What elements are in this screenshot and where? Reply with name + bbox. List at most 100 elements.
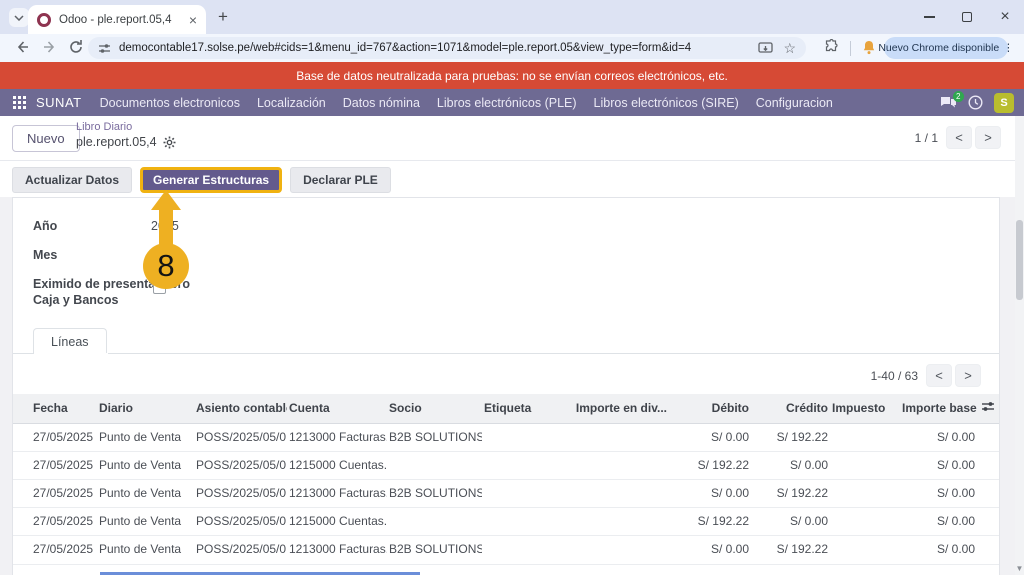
cell-socio[interactable] — [387, 507, 482, 535]
cell-credito[interactable]: S/ 192.22 — [751, 535, 830, 563]
vertical-scrollbar[interactable]: ▼ — [1015, 116, 1024, 575]
cell-debito[interactable]: S/ 192.22 — [669, 507, 751, 535]
apps-grid-icon[interactable] — [13, 96, 26, 109]
cell-diario[interactable]: Punto de Venta — [97, 479, 194, 507]
minimize-button[interactable] — [910, 0, 948, 34]
activity-clock-icon[interactable] — [968, 95, 983, 110]
cell-socio[interactable]: B2B SOLUTIONS ... — [387, 535, 482, 563]
cell-asiento[interactable]: POSS/2025/05/0... — [194, 507, 287, 535]
cell-diario[interactable]: Punto de Venta — [97, 535, 194, 563]
cell-asiento[interactable]: POSS/2025/05/0... — [194, 535, 287, 563]
chat-button[interactable]: 2 — [940, 96, 957, 110]
cell-etiqueta[interactable] — [482, 535, 570, 563]
reload-icon[interactable] — [68, 39, 84, 55]
cell-cuenta[interactable]: 1213000 Facturas... — [287, 423, 387, 451]
cell-fecha[interactable]: 27/05/2025 — [13, 423, 97, 451]
breadcrumb-parent[interactable]: Libro Diario — [76, 121, 176, 133]
menu-configuracion[interactable]: Configuracion — [756, 96, 833, 110]
cell-credito[interactable]: S/ 192.22 — [751, 479, 830, 507]
cell-diario[interactable]: Punto de Venta — [97, 507, 194, 535]
cell-credito[interactable]: S/ 192.22 — [751, 423, 830, 451]
cell-importe-base[interactable]: S/ 0.00 — [900, 507, 977, 535]
lines-next-button[interactable]: > — [955, 364, 981, 387]
forward-icon[interactable] — [42, 39, 58, 55]
cell-importe-base[interactable]: S/ 0.00 — [900, 535, 977, 563]
cell-impuesto[interactable] — [830, 451, 900, 479]
cell-importe-base[interactable]: S/ 0.00 — [900, 479, 977, 507]
cell-importe-div[interactable] — [570, 423, 669, 451]
cell-cuenta[interactable]: 1215000 Cuentas... — [287, 507, 387, 535]
col-importe-div[interactable]: Importe en div... — [570, 394, 669, 423]
table-row[interactable]: 27/05/2025 Punto de Venta POSS/2025/05/0… — [13, 479, 999, 507]
pager-previous-button[interactable]: < — [946, 126, 972, 149]
cell-importe-div[interactable] — [570, 451, 669, 479]
app-brand[interactable]: SUNAT — [36, 95, 82, 110]
more-menu-icon[interactable]: ⋮ — [1003, 42, 1014, 54]
col-fecha[interactable]: Fecha — [13, 394, 97, 423]
menu-documentos-electronicos[interactable]: Documentos electronicos — [100, 96, 240, 110]
col-diario[interactable]: Diario — [97, 394, 194, 423]
cell-cuenta[interactable]: 1215000 Cuentas... — [287, 451, 387, 479]
close-button[interactable]: × — [986, 0, 1024, 34]
cell-cuenta[interactable]: 1213000 Facturas... — [287, 535, 387, 563]
user-avatar[interactable]: S — [994, 93, 1014, 113]
cell-socio[interactable]: B2B SOLUTIONS ... — [387, 479, 482, 507]
declarar-ple-button[interactable]: Declarar PLE — [290, 167, 391, 193]
col-socio[interactable]: Socio — [387, 394, 482, 423]
back-icon[interactable] — [14, 39, 30, 55]
tab-close-icon[interactable]: × — [189, 13, 197, 27]
site-settings-icon[interactable] — [98, 42, 111, 55]
table-row[interactable]: 27/05/2025 Punto de Venta POSS/2025/05/0… — [13, 535, 999, 563]
col-asiento[interactable]: Asiento contable — [194, 394, 287, 423]
cell-socio[interactable]: B2B SOLUTIONS ... — [387, 423, 482, 451]
url-text[interactable]: democontable17.solse.pe/web#cids=1&menu_… — [119, 42, 748, 54]
cell-importe-div[interactable] — [570, 507, 669, 535]
cell-etiqueta[interactable] — [482, 479, 570, 507]
lines-previous-button[interactable]: < — [926, 364, 952, 387]
restore-button[interactable] — [948, 0, 986, 34]
address-bar[interactable]: democontable17.solse.pe/web#cids=1&menu_… — [88, 37, 806, 59]
extensions-icon[interactable] — [824, 39, 839, 54]
cell-debito[interactable]: S/ 0.00 — [669, 423, 751, 451]
col-cuenta[interactable]: Cuenta — [287, 394, 387, 423]
menu-datos-nomina[interactable]: Datos nómina — [343, 96, 420, 110]
cell-diario[interactable]: Punto de Venta — [97, 451, 194, 479]
cell-debito[interactable]: S/ 0.00 — [669, 479, 751, 507]
cell-asiento[interactable]: POSS/2025/05/0... — [194, 423, 287, 451]
scrollbar-thumb[interactable] — [1016, 220, 1023, 300]
cell-etiqueta[interactable] — [482, 507, 570, 535]
pager-next-button[interactable]: > — [975, 126, 1001, 149]
notification-bell-icon[interactable] — [862, 40, 876, 55]
table-row[interactable]: 27/05/2025 Punto de Venta POSS/2025/05/0… — [13, 507, 999, 535]
gear-icon[interactable] — [163, 136, 176, 149]
cell-asiento[interactable]: POSS/2025/05/0... — [194, 451, 287, 479]
cell-importe-base[interactable]: S/ 0.00 — [900, 451, 977, 479]
tab-search-button[interactable] — [9, 8, 29, 27]
cell-fecha[interactable]: 27/05/2025 — [13, 535, 97, 563]
cell-impuesto[interactable] — [830, 423, 900, 451]
cell-debito[interactable]: S/ 0.00 — [669, 535, 751, 563]
install-icon[interactable] — [758, 42, 773, 55]
cell-impuesto[interactable] — [830, 507, 900, 535]
table-row[interactable]: 27/05/2025 Punto de Venta POSS/2025/05/0… — [13, 423, 999, 451]
cell-credito[interactable]: S/ 0.00 — [751, 507, 830, 535]
col-etiqueta[interactable]: Etiqueta — [482, 394, 570, 423]
table-row[interactable]: 27/05/2025 Punto de Venta POSS/2025/05/0… — [13, 451, 999, 479]
cell-fecha[interactable]: 27/05/2025 — [13, 479, 97, 507]
cell-fecha[interactable]: 27/05/2025 — [13, 507, 97, 535]
chrome-update-button[interactable]: Nuevo Chrome disponible ⋮ — [884, 37, 1008, 59]
menu-localizacion[interactable]: Localización — [257, 96, 326, 110]
cell-impuesto[interactable] — [830, 535, 900, 563]
cell-diario[interactable]: Punto de Venta — [97, 423, 194, 451]
col-credito[interactable]: Crédito — [751, 394, 830, 423]
new-tab-button[interactable]: + — [218, 8, 228, 25]
col-impuesto[interactable]: Impuesto — [830, 394, 900, 423]
col-debito[interactable]: Débito — [669, 394, 751, 423]
cell-credito[interactable]: S/ 0.00 — [751, 451, 830, 479]
cell-importe-div[interactable] — [570, 535, 669, 563]
cell-debito[interactable]: S/ 192.22 — [669, 451, 751, 479]
cell-etiqueta[interactable] — [482, 423, 570, 451]
scroll-down-icon[interactable]: ▼ — [1015, 564, 1024, 573]
cell-importe-base[interactable]: S/ 0.00 — [900, 423, 977, 451]
col-importe-base[interactable]: Importe base — [900, 394, 977, 423]
